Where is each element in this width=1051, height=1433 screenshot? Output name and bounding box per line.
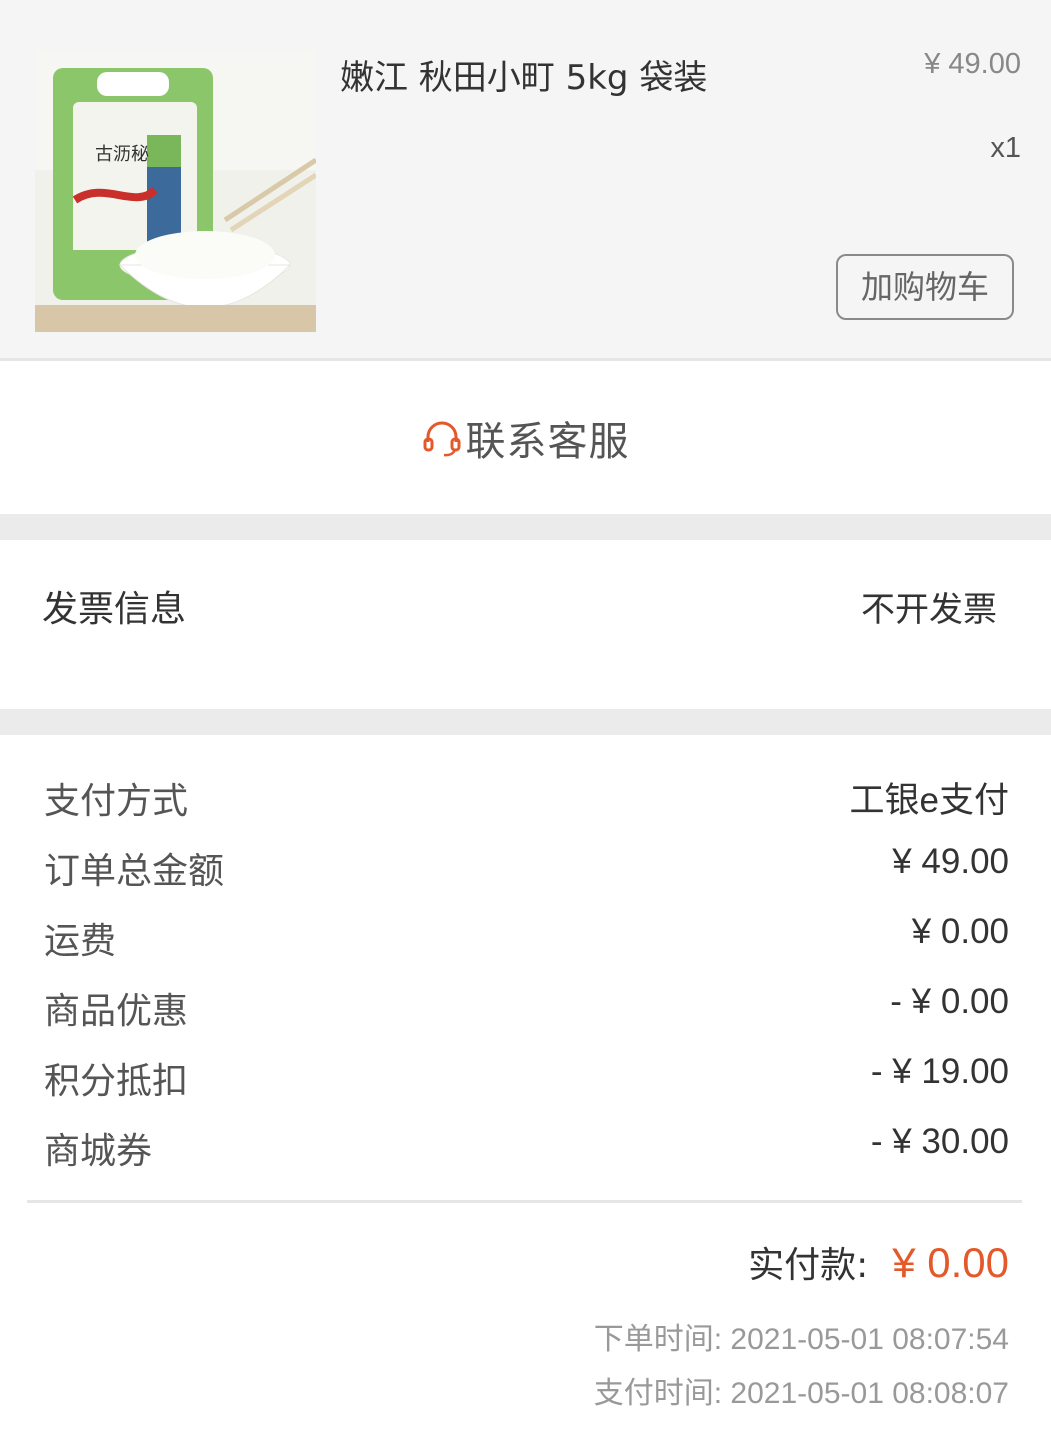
- product-price: ¥ 49.00: [924, 48, 1021, 80]
- payment-method-label: 支付方式: [44, 781, 189, 822]
- amount-paid-row: 实付款: ¥ 0.00: [748, 1236, 1009, 1288]
- shipping-fee-value: ¥ 0.00: [911, 912, 1009, 951]
- amount-paid-label: 实付款:: [748, 1245, 869, 1286]
- order-time-row: 下单时间: 2021-05-01 08:07:54: [594, 1314, 1009, 1358]
- product-image-brand-text: 古沥秘: [95, 144, 149, 165]
- mall-coupon-value: - ¥ 30.00: [870, 1122, 1009, 1161]
- contact-service-label: 联系客服: [465, 419, 630, 465]
- product-image[interactable]: 古沥秘: [35, 50, 316, 332]
- product-quantity: x1: [990, 132, 1021, 164]
- pay-time-label: 支付时间:: [593, 1377, 723, 1410]
- points-deduction-value: - ¥ 19.00: [870, 1052, 1009, 1091]
- section-separator: [0, 709, 1051, 735]
- payment-method-value: 工银e支付: [849, 781, 1009, 820]
- pay-time-row: 支付时间: 2021-05-01 08:08:07: [594, 1368, 1009, 1412]
- order-time-label: 下单时间:: [593, 1323, 723, 1356]
- order-total-value: ¥ 49.00: [892, 842, 1009, 881]
- mall-coupon-label: 商城券: [44, 1131, 153, 1172]
- headset-icon: [423, 421, 460, 457]
- add-to-cart-button[interactable]: 加购物车: [836, 254, 1014, 320]
- order-total-label: 订单总金额: [44, 851, 225, 892]
- product-name[interactable]: 嫩江 秋田小町 5kg 袋装: [340, 46, 770, 110]
- points-deduction-label: 积分抵扣: [44, 1061, 189, 1102]
- product-discount-value: - ¥ 0.00: [890, 982, 1009, 1021]
- divider: [27, 1200, 1022, 1203]
- amount-paid-value: ¥ 0.00: [892, 1239, 1009, 1286]
- section-separator: [0, 514, 1051, 540]
- invoice-label: 发票信息: [42, 589, 187, 630]
- invoice-value: 不开发票: [861, 590, 997, 630]
- order-time-value: 2021-05-01 08:07:54: [730, 1323, 1009, 1356]
- shipping-fee-label: 运费: [44, 921, 117, 962]
- product-discount-label: 商品优惠: [44, 991, 189, 1032]
- contact-service-button[interactable]: 联系客服: [0, 396, 1051, 480]
- pay-time-value: 2021-05-01 08:08:07: [730, 1377, 1009, 1410]
